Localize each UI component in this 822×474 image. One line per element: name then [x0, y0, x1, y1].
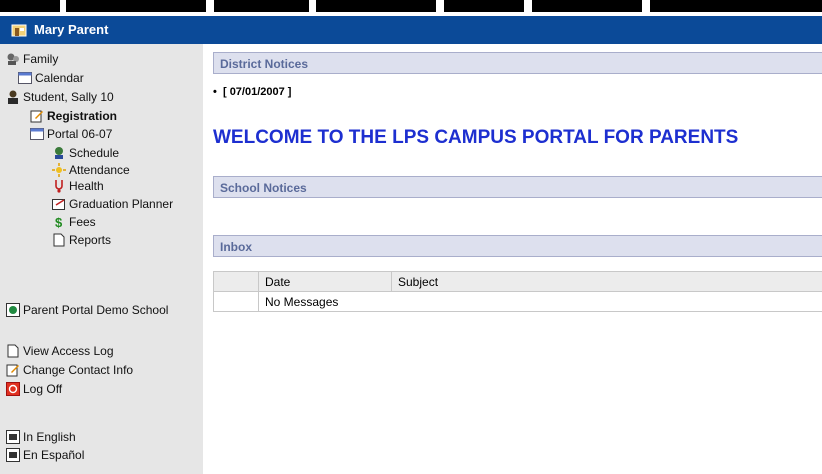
document-icon [6, 344, 20, 358]
sidebar-item-attendance[interactable]: Attendance [52, 163, 130, 177]
inbox-empty-message: No Messages [258, 291, 822, 312]
registration-icon [30, 109, 44, 123]
sidebar-label-family: Family [23, 52, 59, 66]
power-icon [6, 382, 20, 396]
sidebar-label-health: Health [69, 179, 104, 193]
sidebar-item-fees[interactable]: $ Fees [52, 215, 96, 229]
sidebar-item-reports[interactable]: Reports [52, 233, 111, 247]
graduation-planner-icon [52, 197, 66, 211]
sidebar-label-portal: Portal 06-07 [47, 127, 113, 141]
school-icon [6, 303, 20, 317]
health-icon [52, 179, 66, 193]
student-icon [6, 90, 20, 104]
bullet-icon: • [213, 86, 223, 98]
language-icon [6, 448, 20, 462]
inbox-select-column [213, 271, 259, 292]
schedule-icon [52, 146, 66, 160]
sidebar: Family Calendar Student, Sally 10 Regist… [0, 44, 203, 474]
portal-icon [30, 127, 44, 141]
welcome-heading: WELCOME TO THE LPS CAMPUS PORTAL FOR PAR… [213, 127, 739, 148]
sidebar-item-school[interactable]: Parent Portal Demo School [6, 303, 168, 317]
main-content: District Notices • [ 07/01/2007 ] WELCOM… [203, 44, 822, 474]
sidebar-item-portal[interactable]: Portal 06-07 [30, 127, 112, 141]
sidebar-label-view-access-log: View Access Log [23, 344, 114, 358]
district-notices-bar: District Notices [213, 52, 822, 74]
sidebar-item-health[interactable]: Health [52, 179, 104, 193]
house-icon [11, 22, 27, 38]
sidebar-item-registration[interactable]: Registration [30, 109, 117, 123]
school-notices-title: School Notices [220, 181, 307, 195]
sidebar-item-student[interactable]: Student, Sally 10 [6, 90, 114, 104]
language-icon [6, 430, 20, 444]
sidebar-label-school: Parent Portal Demo School [23, 303, 169, 317]
sidebar-label-reports: Reports [69, 233, 112, 247]
cropped-top-strip [0, 0, 822, 16]
sidebar-item-view-access-log[interactable]: View Access Log [6, 344, 114, 358]
inbox-header-row: Date Subject [213, 271, 822, 292]
sidebar-label-fees: Fees [69, 215, 96, 229]
inbox-column-date[interactable]: Date [258, 271, 392, 292]
sidebar-label-registration: Registration [47, 109, 118, 123]
notice-date: [ 07/01/2007 ] [222, 86, 292, 98]
sidebar-item-change-contact-info[interactable]: Change Contact Info [6, 363, 133, 377]
svg-text:$: $ [55, 215, 63, 229]
sidebar-item-in-english[interactable]: In English [6, 430, 76, 444]
sidebar-label-student: Student, Sally 10 [23, 90, 114, 104]
table-row: No Messages [213, 291, 822, 312]
family-icon [6, 52, 20, 66]
sidebar-label-en-espanol: En Español [23, 448, 85, 462]
inbox-column-subject[interactable]: Subject [391, 271, 822, 292]
sidebar-label-schedule: Schedule [69, 146, 120, 160]
district-notices-title: District Notices [220, 57, 309, 71]
sidebar-label-change-contact-info: Change Contact Info [23, 363, 134, 377]
inbox-table: Date Subject No Messages [213, 271, 822, 312]
edit-icon [6, 363, 20, 377]
sidebar-label-attendance: Attendance [69, 163, 130, 177]
sidebar-label-log-off: Log Off [23, 382, 63, 396]
user-name: Mary Parent [34, 22, 109, 37]
sidebar-item-family[interactable]: Family [6, 52, 58, 66]
sidebar-item-en-espanol[interactable]: En Español [6, 448, 84, 462]
sidebar-item-graduation-planner[interactable]: Graduation Planner [52, 197, 173, 211]
dollar-icon: $ [52, 215, 66, 229]
sidebar-item-calendar[interactable]: Calendar [18, 71, 84, 85]
notice-item: • [ 07/01/2007 ] [213, 86, 291, 98]
sidebar-item-log-off[interactable]: Log Off [6, 382, 62, 396]
sidebar-label-in-english: In English [23, 430, 76, 444]
inbox-title: Inbox [220, 240, 252, 254]
sidebar-label-graduation-planner: Graduation Planner [69, 197, 174, 211]
inbox-bar: Inbox [213, 235, 822, 257]
document-icon [52, 233, 66, 247]
calendar-icon [18, 71, 32, 85]
sidebar-item-schedule[interactable]: Schedule [52, 146, 119, 160]
inbox-select-cell [213, 291, 259, 312]
sidebar-label-calendar: Calendar [35, 71, 84, 85]
school-notices-bar: School Notices [213, 176, 822, 198]
app-header: Mary Parent [0, 16, 822, 44]
attendance-icon [52, 163, 66, 177]
